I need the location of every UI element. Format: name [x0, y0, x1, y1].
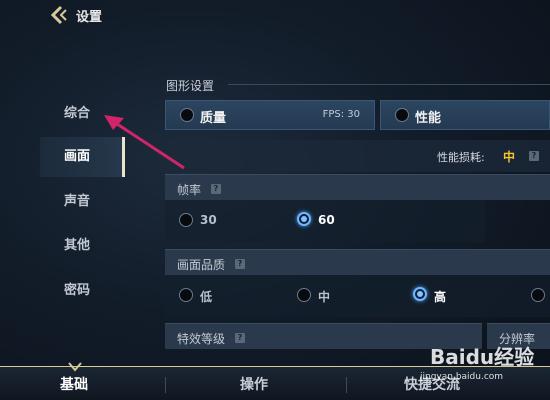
- framerate-30-radio[interactable]: [179, 213, 193, 227]
- framerate-label: 帧率: [177, 183, 202, 197]
- tab-basic[interactable]: 基础: [60, 374, 88, 394]
- performance-mode-label: 性能: [415, 111, 442, 126]
- nav-item-other[interactable]: 其他: [40, 226, 125, 266]
- help-icon[interactable]: ?: [211, 184, 221, 194]
- quality-high-radio[interactable]: [413, 287, 427, 301]
- quality-mode-fps: FPS: 30: [322, 109, 360, 120]
- quality-medium-label: 中: [318, 290, 331, 304]
- performance-cost-row: 性能损耗: 中 ?: [165, 140, 550, 172]
- quality-low-label: 低: [200, 290, 213, 304]
- performance-mode-card[interactable]: 性能: [380, 100, 550, 130]
- picture-quality-options: 低 中 高: [165, 275, 550, 317]
- help-icon[interactable]: ?: [235, 333, 245, 343]
- framerate-60-radio[interactable]: [297, 212, 311, 226]
- help-icon[interactable]: ?: [235, 259, 245, 269]
- framerate-header: 帧率 ?: [165, 174, 550, 200]
- performance-cost-value: 中: [503, 150, 516, 164]
- quality-high-label: 高: [434, 290, 447, 304]
- section-divider: [228, 84, 550, 85]
- effects-level-label: 特效等级: [177, 332, 226, 346]
- watermark-logo: Baidu经验: [430, 345, 535, 369]
- quality-mode-card[interactable]: 质量 FPS: 30: [165, 100, 375, 130]
- nav-item-password[interactable]: 密码: [40, 271, 125, 311]
- chevron-down-icon: [68, 362, 82, 372]
- nav-item-sound[interactable]: 声音: [40, 182, 125, 222]
- back-arrow-icon[interactable]: [48, 5, 70, 25]
- annotation-arrow: [104, 115, 185, 170]
- picture-quality-label: 画面品质: [177, 258, 226, 272]
- watermark-url: jingyan.baidu.com: [420, 372, 504, 382]
- quality-low-radio[interactable]: [179, 288, 193, 302]
- performance-mode-radio[interactable]: [395, 108, 409, 122]
- tab-controls[interactable]: 操作: [240, 374, 268, 394]
- graphics-section-title: 图形设置: [166, 79, 215, 93]
- framerate-options: 30 60: [165, 200, 485, 242]
- framerate-60-label: 60: [318, 213, 335, 227]
- quality-medium-radio[interactable]: [297, 288, 311, 302]
- tab-divider: [165, 377, 166, 393]
- help-icon[interactable]: ?: [529, 151, 539, 161]
- framerate-30-label: 30: [200, 213, 217, 227]
- quality-extra-radio[interactable]: [531, 288, 545, 302]
- quality-mode-label: 质量: [200, 111, 227, 126]
- page-title: 设置: [76, 10, 103, 25]
- baidu-watermark: Baidu经验 jingyan.baidu.com: [408, 339, 548, 387]
- tab-divider: [346, 377, 347, 393]
- picture-quality-header: 画面品质 ?: [165, 249, 550, 275]
- performance-cost-label: 性能损耗:: [437, 151, 485, 164]
